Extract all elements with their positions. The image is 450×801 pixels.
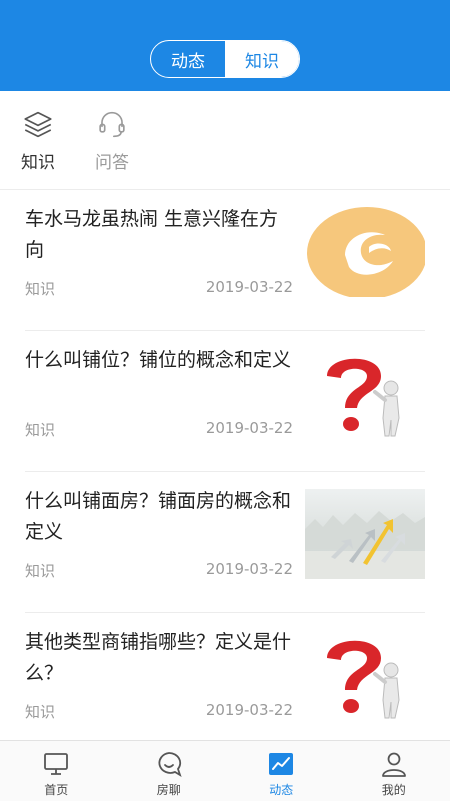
article-title: 车水马龙虽热闹 生意兴隆在方向	[25, 204, 295, 266]
list-item[interactable]: 什么叫铺面房？铺面房的概念和定义 知识 2019-03-22	[25, 472, 425, 613]
tab-dongtai[interactable]: 动态	[151, 41, 225, 77]
article-date: 2019-03-22	[206, 278, 293, 296]
article-tag: 知识	[25, 419, 55, 440]
article-date: 2019-03-22	[206, 560, 293, 578]
tab-zhishi[interactable]: 知识	[225, 41, 299, 77]
user-icon	[380, 750, 408, 778]
segmented-control: 动态 知识	[150, 40, 300, 78]
article-date: 2019-03-22	[206, 701, 293, 719]
tab-label: 房聊	[157, 781, 181, 798]
chat-bubble-icon	[155, 750, 183, 778]
list-item[interactable]: 其他类型商铺指哪些？定义是什么？ 知识 2019-03-22	[25, 613, 425, 754]
question-mark-figure-thumbnail	[305, 630, 425, 720]
category-nav: 知识 问答	[0, 91, 450, 190]
article-tag: 知识	[25, 278, 55, 299]
list-item[interactable]: 什么叫铺位？铺位的概念和定义 知识 2019-03-22	[25, 331, 425, 472]
article-tag: 知识	[25, 701, 55, 722]
article-tag: 知识	[25, 560, 55, 581]
layers-icon	[21, 109, 55, 140]
tab-profile[interactable]: 我的	[338, 741, 450, 801]
article-date: 2019-03-22	[206, 419, 293, 437]
tab-home[interactable]: 首页	[0, 741, 113, 801]
headset-icon	[95, 109, 129, 140]
bottom-tab-bar: 首页 房聊 动态 我的	[0, 740, 450, 801]
category-qa[interactable]: 问答	[82, 109, 142, 173]
orange-logo-thumbnail	[305, 207, 425, 297]
tab-label: 动态	[269, 781, 293, 798]
list-item[interactable]: 车水马龙虽热闹 生意兴隆在方向 知识 2019-03-22	[25, 190, 425, 331]
tab-label: 我的	[382, 781, 406, 798]
article-list: 车水马龙虽热闹 生意兴隆在方向 知识 2019-03-22 什么叫铺位？铺位的概…	[0, 190, 450, 754]
question-mark-figure-thumbnail	[305, 348, 425, 438]
trend-chart-icon	[267, 750, 295, 778]
article-title: 什么叫铺面房？铺面房的概念和定义	[25, 486, 295, 548]
rising-arrows-thumbnail	[305, 489, 425, 579]
article-title: 什么叫铺位？铺位的概念和定义	[25, 345, 295, 376]
category-knowledge[interactable]: 知识	[8, 109, 68, 173]
tab-dynamics[interactable]: 动态	[225, 741, 338, 801]
category-label: 知识	[21, 148, 55, 173]
tab-label: 首页	[44, 781, 68, 798]
category-label: 问答	[95, 148, 129, 173]
monitor-icon	[42, 750, 70, 778]
article-title: 其他类型商铺指哪些？定义是什么？	[25, 627, 295, 689]
top-header: 动态 知识	[0, 0, 450, 91]
tab-chat[interactable]: 房聊	[113, 741, 226, 801]
